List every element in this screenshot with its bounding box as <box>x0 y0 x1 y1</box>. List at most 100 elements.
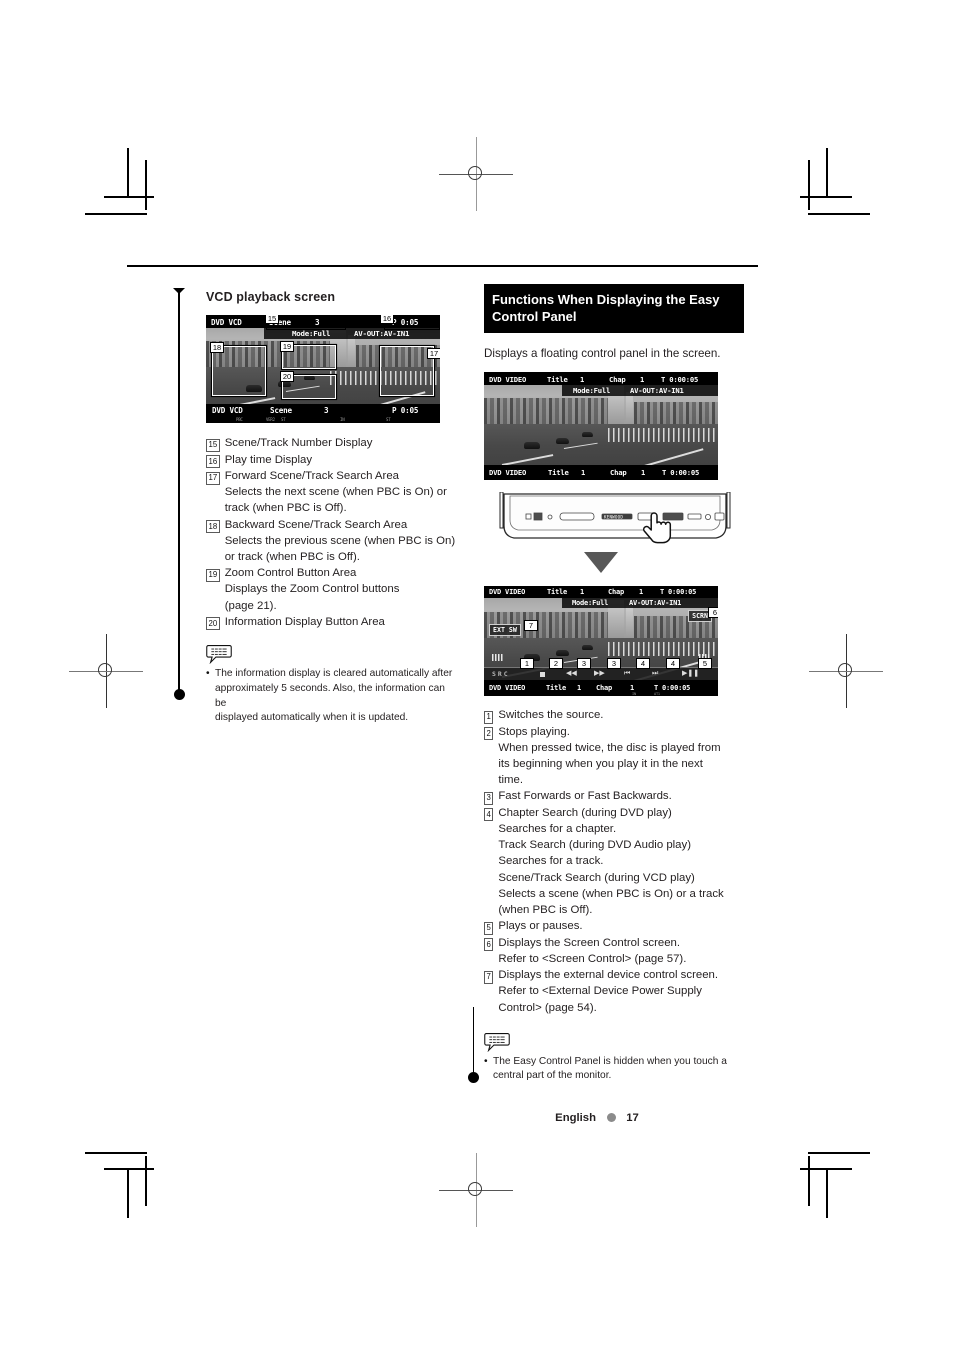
osd-icon-in-bottom: IN <box>632 691 636 696</box>
registration-mark-top <box>439 137 513 211</box>
osd-chap-value-top: 1 <box>640 374 645 384</box>
header-rule <box>127 265 758 267</box>
osd-mode-top: Mode:Full <box>573 386 611 395</box>
list-item-detail: its beginning when you play it in the ne… <box>498 757 703 770</box>
rewind-icon[interactable]: ◀◀ <box>566 670 577 677</box>
list-item-title: Fast Forwards or Fast Backwards. <box>498 790 672 803</box>
list-item-number: 2 <box>484 727 494 740</box>
osd-time-bottom: P 0:05 <box>392 405 419 415</box>
list-item-number: 18 <box>206 520 220 534</box>
list-item-title: Forward Scene/Track Search Area <box>224 470 399 482</box>
list-item-title: Backward Scene/Track Search Area <box>224 518 408 531</box>
list-item-detail: Selects the previous scene (when PBC is … <box>224 534 456 547</box>
note-bullet-spacer <box>206 711 215 726</box>
osd-icon-ver2: VER2 <box>266 416 275 422</box>
head-unit-faceplate: KENWOOD <box>499 492 731 539</box>
osd-title-label-top: Title <box>547 374 568 384</box>
list-item: 15 Scene/Track Number Display <box>206 435 456 452</box>
list-item: 20 Information Display Button Area <box>206 614 456 631</box>
crop-mark-tr-h2 <box>808 213 870 215</box>
list-item: 16 Play time Display <box>206 452 456 468</box>
registration-mark-bottom <box>439 1153 513 1227</box>
car-3 <box>582 432 593 437</box>
registration-mark-right <box>809 634 883 708</box>
osd-icon-st: ST <box>281 416 286 422</box>
note-text: approximately 5 seconds. Also, the infor… <box>215 682 445 709</box>
highlight-backward-search-area <box>212 346 266 396</box>
previous-track-icon[interactable]: ⏮ <box>624 670 630 677</box>
osd-chap-label-top: Chap <box>608 588 625 596</box>
note-text: The Easy Control Panel is hidden when yo… <box>493 1055 727 1067</box>
callout-19: 19 <box>280 341 294 352</box>
list-item: 18 Backward Scene/Track Search Area Sele… <box>206 517 456 566</box>
list-item-number: 5 <box>484 921 494 935</box>
car-3 <box>582 645 593 650</box>
osd-mode-top: Mode:Full <box>572 599 609 607</box>
note-line: displayed automatically when it is updat… <box>206 711 456 726</box>
callout-17: 17 <box>427 348 440 359</box>
src-button[interactable]: SRC <box>492 670 510 678</box>
list-item-detail: Refer to <Screen Control> (page 57). <box>498 952 687 965</box>
osd-av-top: AV-OUT:AV-IN1 <box>629 599 682 607</box>
osd-time-top: T 0:00:05 <box>661 374 699 384</box>
callout-20: 20 <box>280 371 294 382</box>
list-item-title: Plays or pauses. <box>498 920 583 933</box>
crop-mark-tl-h2 <box>85 213 147 215</box>
right-note-block: • The Easy Control Panel is hidden when … <box>484 1032 758 1084</box>
tab-rule2-line <box>473 1007 475 1079</box>
crop-mark-tr-v <box>826 148 828 198</box>
play-pause-icon[interactable]: ▶❚❚ <box>682 670 699 677</box>
osd-chap-label-bottom: Chap <box>596 683 613 692</box>
list-item: 2 Stops playing. When pressed twice, the… <box>484 724 758 789</box>
tab-rule-dot <box>173 689 185 700</box>
list-item-number: 4 <box>484 808 494 822</box>
list-item-title: Zoom Control Button Area <box>224 567 357 580</box>
osd-source-top: DVD VCD <box>211 317 242 327</box>
osd-source-top: DVD VIDEO <box>489 588 526 596</box>
left-speaker-icon <box>492 654 503 661</box>
callout-3b: 3 <box>607 658 621 669</box>
svg-text:KENWOOD: KENWOOD <box>604 515 623 520</box>
fast-forward-icon[interactable]: ▶▶ <box>594 670 605 677</box>
page-subheading: VCD playback screen <box>206 290 336 304</box>
osd-icon-pbc: PBC <box>236 416 243 422</box>
crop-mark-tl-v <box>127 148 129 198</box>
osd-title-label-bottom: Title <box>546 683 567 692</box>
registration-mark-left <box>69 634 143 708</box>
down-arrow-icon <box>584 552 618 573</box>
crop-mark-tl-h <box>104 196 154 198</box>
note-line: • The information display is cleared aut… <box>206 667 456 682</box>
list-item-detail: When pressed twice, the disc is played f… <box>498 741 721 754</box>
list-item-number: 19 <box>206 568 220 582</box>
note-text: displayed automatically when it is updat… <box>215 712 409 724</box>
section-title-bar: Functions When Displaying the Easy Contr… <box>484 284 744 333</box>
osd-title-value-top: 1 <box>580 588 585 596</box>
list-item-detail: Track Search (during DVD Audio play) <box>498 839 692 852</box>
ext-sw-button[interactable]: EXT SW <box>489 624 521 636</box>
osd-source-bottom: DVD VIDEO <box>489 683 526 692</box>
callout-6: 6 <box>708 607 718 618</box>
pointing-hand-icon <box>642 512 672 544</box>
car-2 <box>556 438 569 444</box>
list-item-detail: track (when PBC is Off). <box>224 502 347 515</box>
tab-rule-line <box>178 290 180 696</box>
car-2 <box>556 650 569 656</box>
stop-icon[interactable] <box>540 672 545 677</box>
callout-3a: 3 <box>577 658 591 669</box>
callout-2: 2 <box>549 658 563 669</box>
bridge-railing <box>608 428 718 442</box>
list-item-title: Displays the Screen Control screen. <box>498 936 681 949</box>
callout-4a: 4 <box>636 658 650 669</box>
next-track-icon[interactable]: ⏭ <box>652 670 658 677</box>
crop-mark-br-v <box>826 1168 828 1218</box>
osd-title-value-bottom: 1 <box>581 467 586 477</box>
list-item-detail: Searches for a track. <box>498 855 604 868</box>
car-1 <box>524 442 540 449</box>
note-line: • The Easy Control Panel is hidden when … <box>484 1055 758 1070</box>
left-numbered-list: 15 Scene/Track Number Display 16 Play ti… <box>206 435 456 631</box>
tab-rule2-dot <box>468 1072 479 1083</box>
osd-av-top: AV-OUT:AV-IN1 <box>630 386 684 395</box>
note-text: central part of the monitor. <box>493 1070 612 1082</box>
dvd-playback-screen-figure: DVD VIDEO Title 1 Chap 1 T 0:00:05 Mode:… <box>484 372 718 480</box>
osd-source-bottom: DVD VIDEO <box>489 467 527 477</box>
